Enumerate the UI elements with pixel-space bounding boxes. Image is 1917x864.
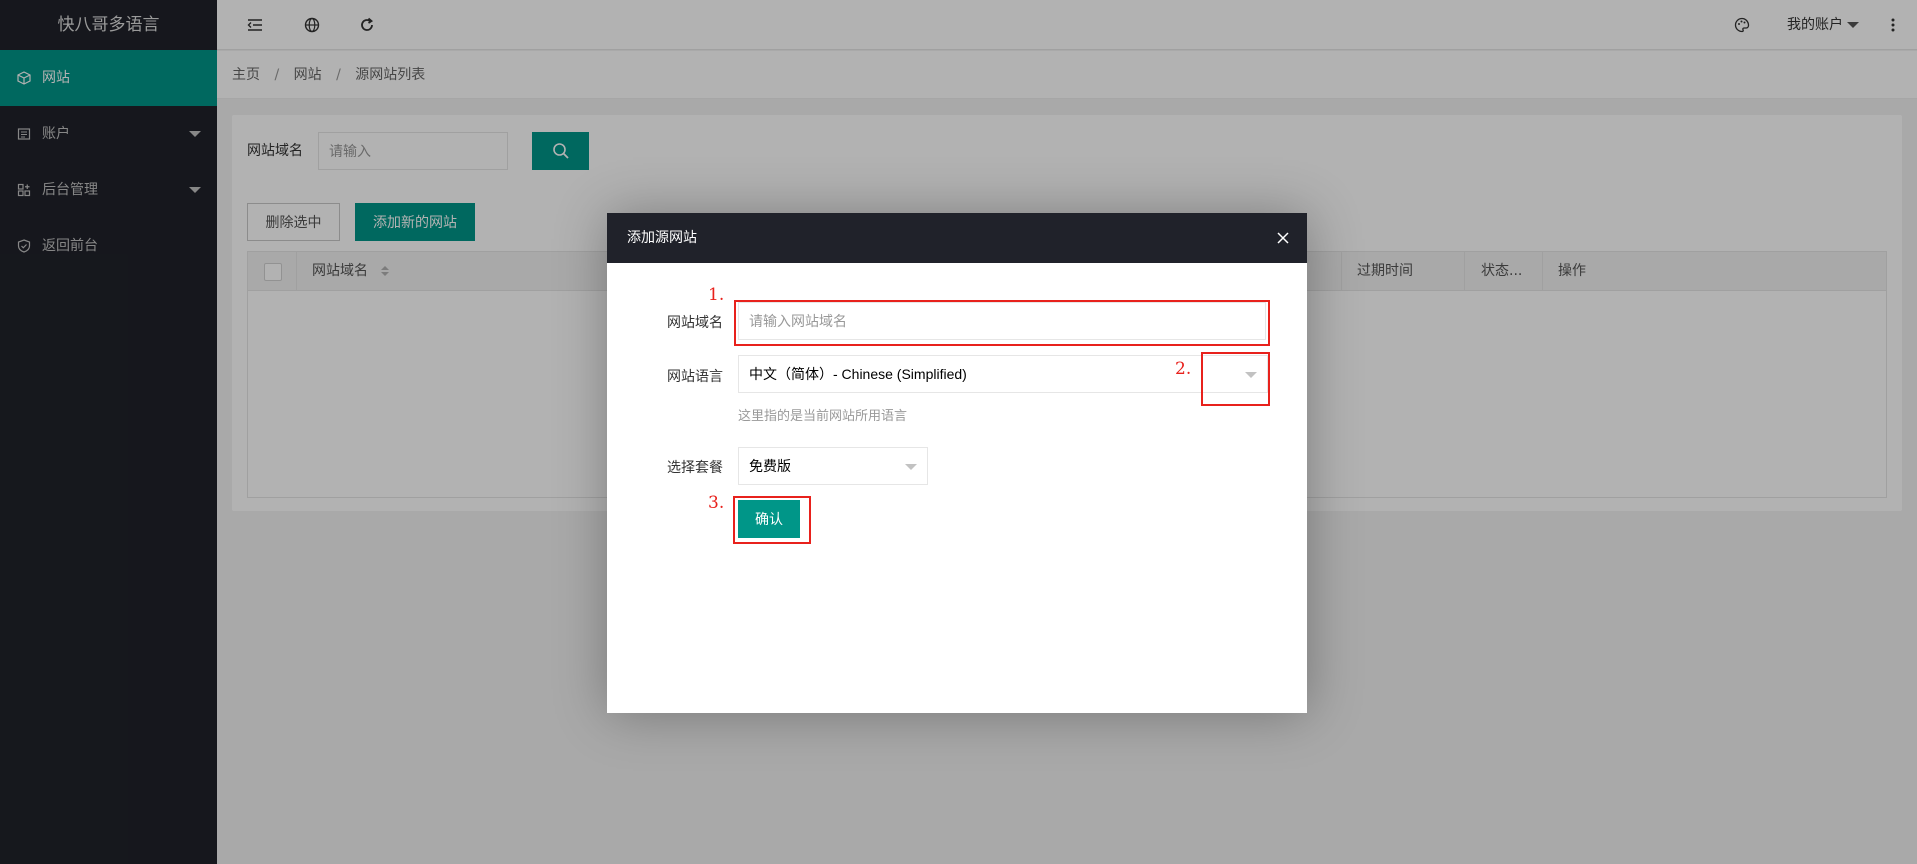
add-website-dialog: 添加源网站 网站域名 网站语言 中文（简体）- Chinese (Simplif… <box>607 213 1307 713</box>
language-value: 中文（简体）- Chinese (Simplified) <box>749 366 967 382</box>
language-hint: 这里指的是当前网站所用语言 <box>738 409 908 424</box>
chevron-down-icon[interactable] <box>1245 372 1257 378</box>
domain-input[interactable] <box>738 302 1266 340</box>
plan-value: 免费版 <box>749 458 791 474</box>
domain-label: 网站域名 <box>667 315 723 331</box>
confirm-button[interactable]: 确认 <box>738 500 800 538</box>
dialog-title: 添加源网站 <box>627 230 697 246</box>
plan-label: 选择套餐 <box>667 460 723 476</box>
chevron-down-icon[interactable] <box>905 464 917 470</box>
annotation-step-2: 2. <box>1175 359 1192 379</box>
close-icon[interactable] <box>1271 213 1295 263</box>
language-label: 网站语言 <box>667 369 723 385</box>
plan-select[interactable]: 免费版 <box>738 447 928 485</box>
annotation-step-1: 1. <box>708 285 725 305</box>
dialog-header: 添加源网站 <box>607 213 1307 263</box>
annotation-step-3: 3. <box>708 493 725 513</box>
